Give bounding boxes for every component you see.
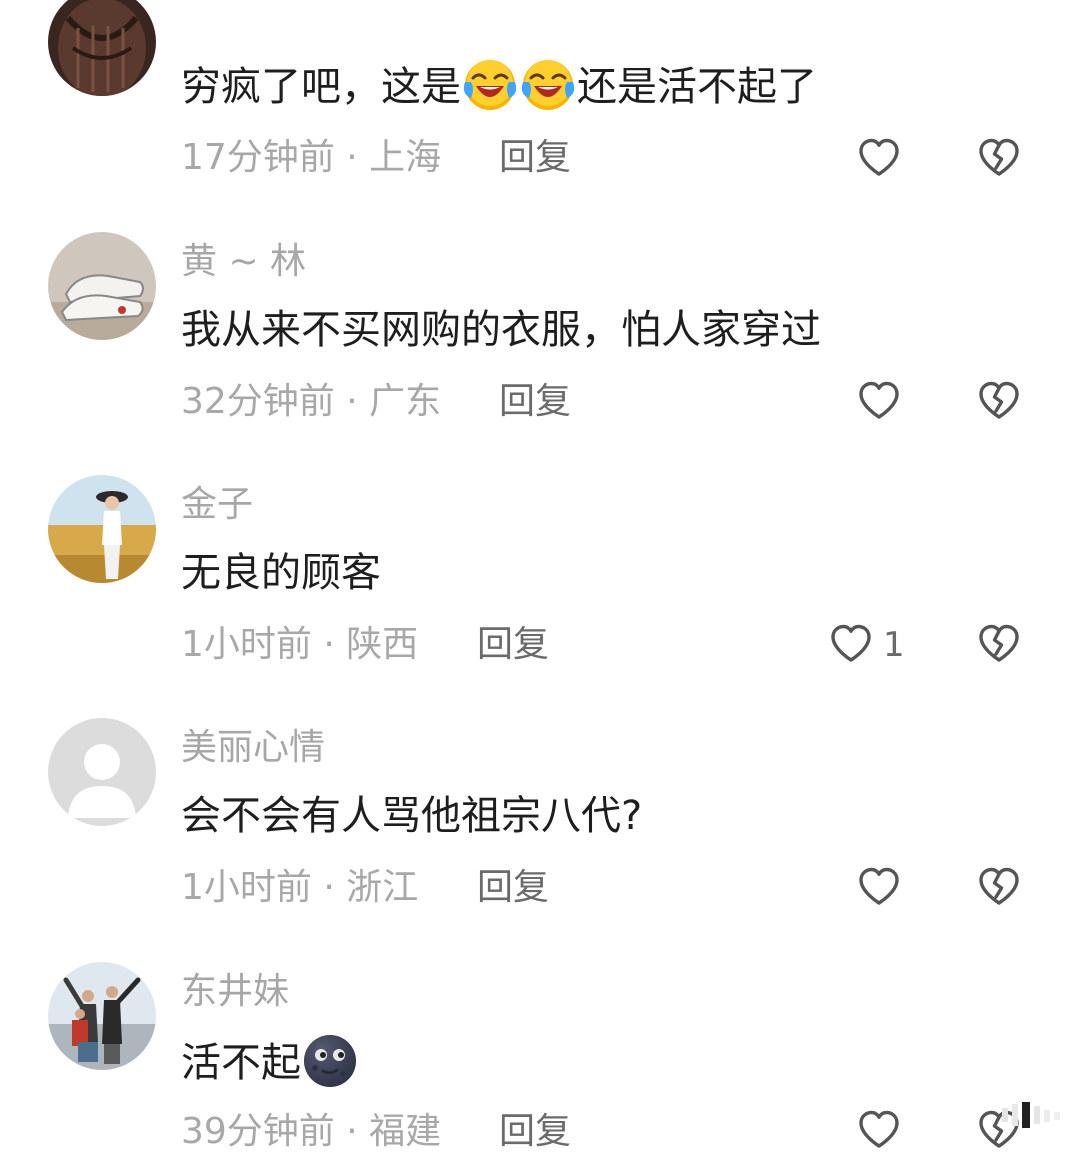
comment-location: 浙江 bbox=[346, 867, 419, 908]
heart-outline-icon[interactable] bbox=[855, 134, 903, 182]
broken-heart-icon[interactable] bbox=[975, 620, 1023, 668]
comment-text: 无良的顾客 bbox=[181, 550, 381, 596]
heart-outline-icon[interactable] bbox=[855, 863, 903, 911]
heart-outline-icon[interactable] bbox=[855, 377, 903, 425]
comment-time: 1小时前 bbox=[181, 867, 312, 908]
broken-heart-icon[interactable] bbox=[975, 863, 1023, 911]
comment-meta: 39分钟前 · 福建 bbox=[181, 1110, 441, 1154]
reply-button[interactable]: 回复 bbox=[477, 866, 549, 910]
reply-button[interactable]: 回复 bbox=[499, 1110, 571, 1154]
meta-separator: · bbox=[334, 1111, 370, 1152]
comment-time: 17分钟前 bbox=[181, 137, 335, 178]
avatar[interactable] bbox=[48, 0, 156, 96]
comment-meta: 32分钟前 · 广东 bbox=[181, 380, 441, 424]
heart-outline-icon[interactable] bbox=[855, 1106, 903, 1154]
reply-button[interactable]: 回复 bbox=[477, 623, 549, 667]
avatar[interactable] bbox=[48, 962, 156, 1070]
meta-separator: · bbox=[334, 137, 370, 178]
comment-time: 32分钟前 bbox=[181, 381, 335, 422]
comment-text: 会不会有人骂他祖宗八代? bbox=[181, 793, 643, 839]
reply-button[interactable]: 回复 bbox=[499, 136, 571, 180]
comment-location: 广东 bbox=[369, 381, 442, 422]
laughing-crying-emoji bbox=[463, 58, 517, 112]
comment-text: 我从来不买网购的衣服，怕人家穿过 bbox=[181, 307, 821, 353]
avatar[interactable] bbox=[48, 232, 156, 340]
watermark-logo bbox=[1002, 1102, 1060, 1128]
heart-outline-icon[interactable] bbox=[827, 620, 875, 668]
reply-button[interactable]: 回复 bbox=[499, 380, 571, 424]
comment-time: 39分钟前 bbox=[181, 1111, 335, 1152]
comment-text: 活不起 bbox=[181, 1034, 359, 1089]
comment-meta: 1小时前 · 浙江 bbox=[181, 866, 418, 910]
like-count: 1 bbox=[883, 625, 905, 665]
avatar[interactable] bbox=[48, 475, 156, 583]
meta-separator: · bbox=[334, 381, 370, 422]
comment-username[interactable]: 黄 ~ 林 bbox=[181, 240, 306, 284]
comment-location: 上海 bbox=[369, 137, 442, 178]
dark-moon-face-emoji bbox=[303, 1034, 357, 1088]
comment-location: 福建 bbox=[369, 1111, 442, 1152]
comment-text: 穷疯了吧，这是 还是活不起了 bbox=[181, 58, 817, 113]
comment-meta: 17分钟前 · 上海 bbox=[181, 136, 441, 180]
comment-location: 陕西 bbox=[346, 624, 419, 665]
comment-time: 1小时前 bbox=[181, 624, 312, 665]
broken-heart-icon[interactable] bbox=[975, 377, 1023, 425]
meta-separator: · bbox=[311, 624, 347, 665]
comment-username[interactable]: 美丽心情 bbox=[181, 726, 325, 770]
comment-meta: 1小时前 · 陕西 bbox=[181, 623, 418, 667]
comment-username[interactable]: 东井妹 bbox=[181, 970, 289, 1014]
meta-separator: · bbox=[311, 867, 347, 908]
comment-username[interactable]: 金子 bbox=[181, 483, 253, 527]
broken-heart-icon[interactable] bbox=[975, 134, 1023, 182]
laughing-crying-emoji bbox=[521, 58, 575, 112]
avatar[interactable] bbox=[48, 718, 156, 826]
